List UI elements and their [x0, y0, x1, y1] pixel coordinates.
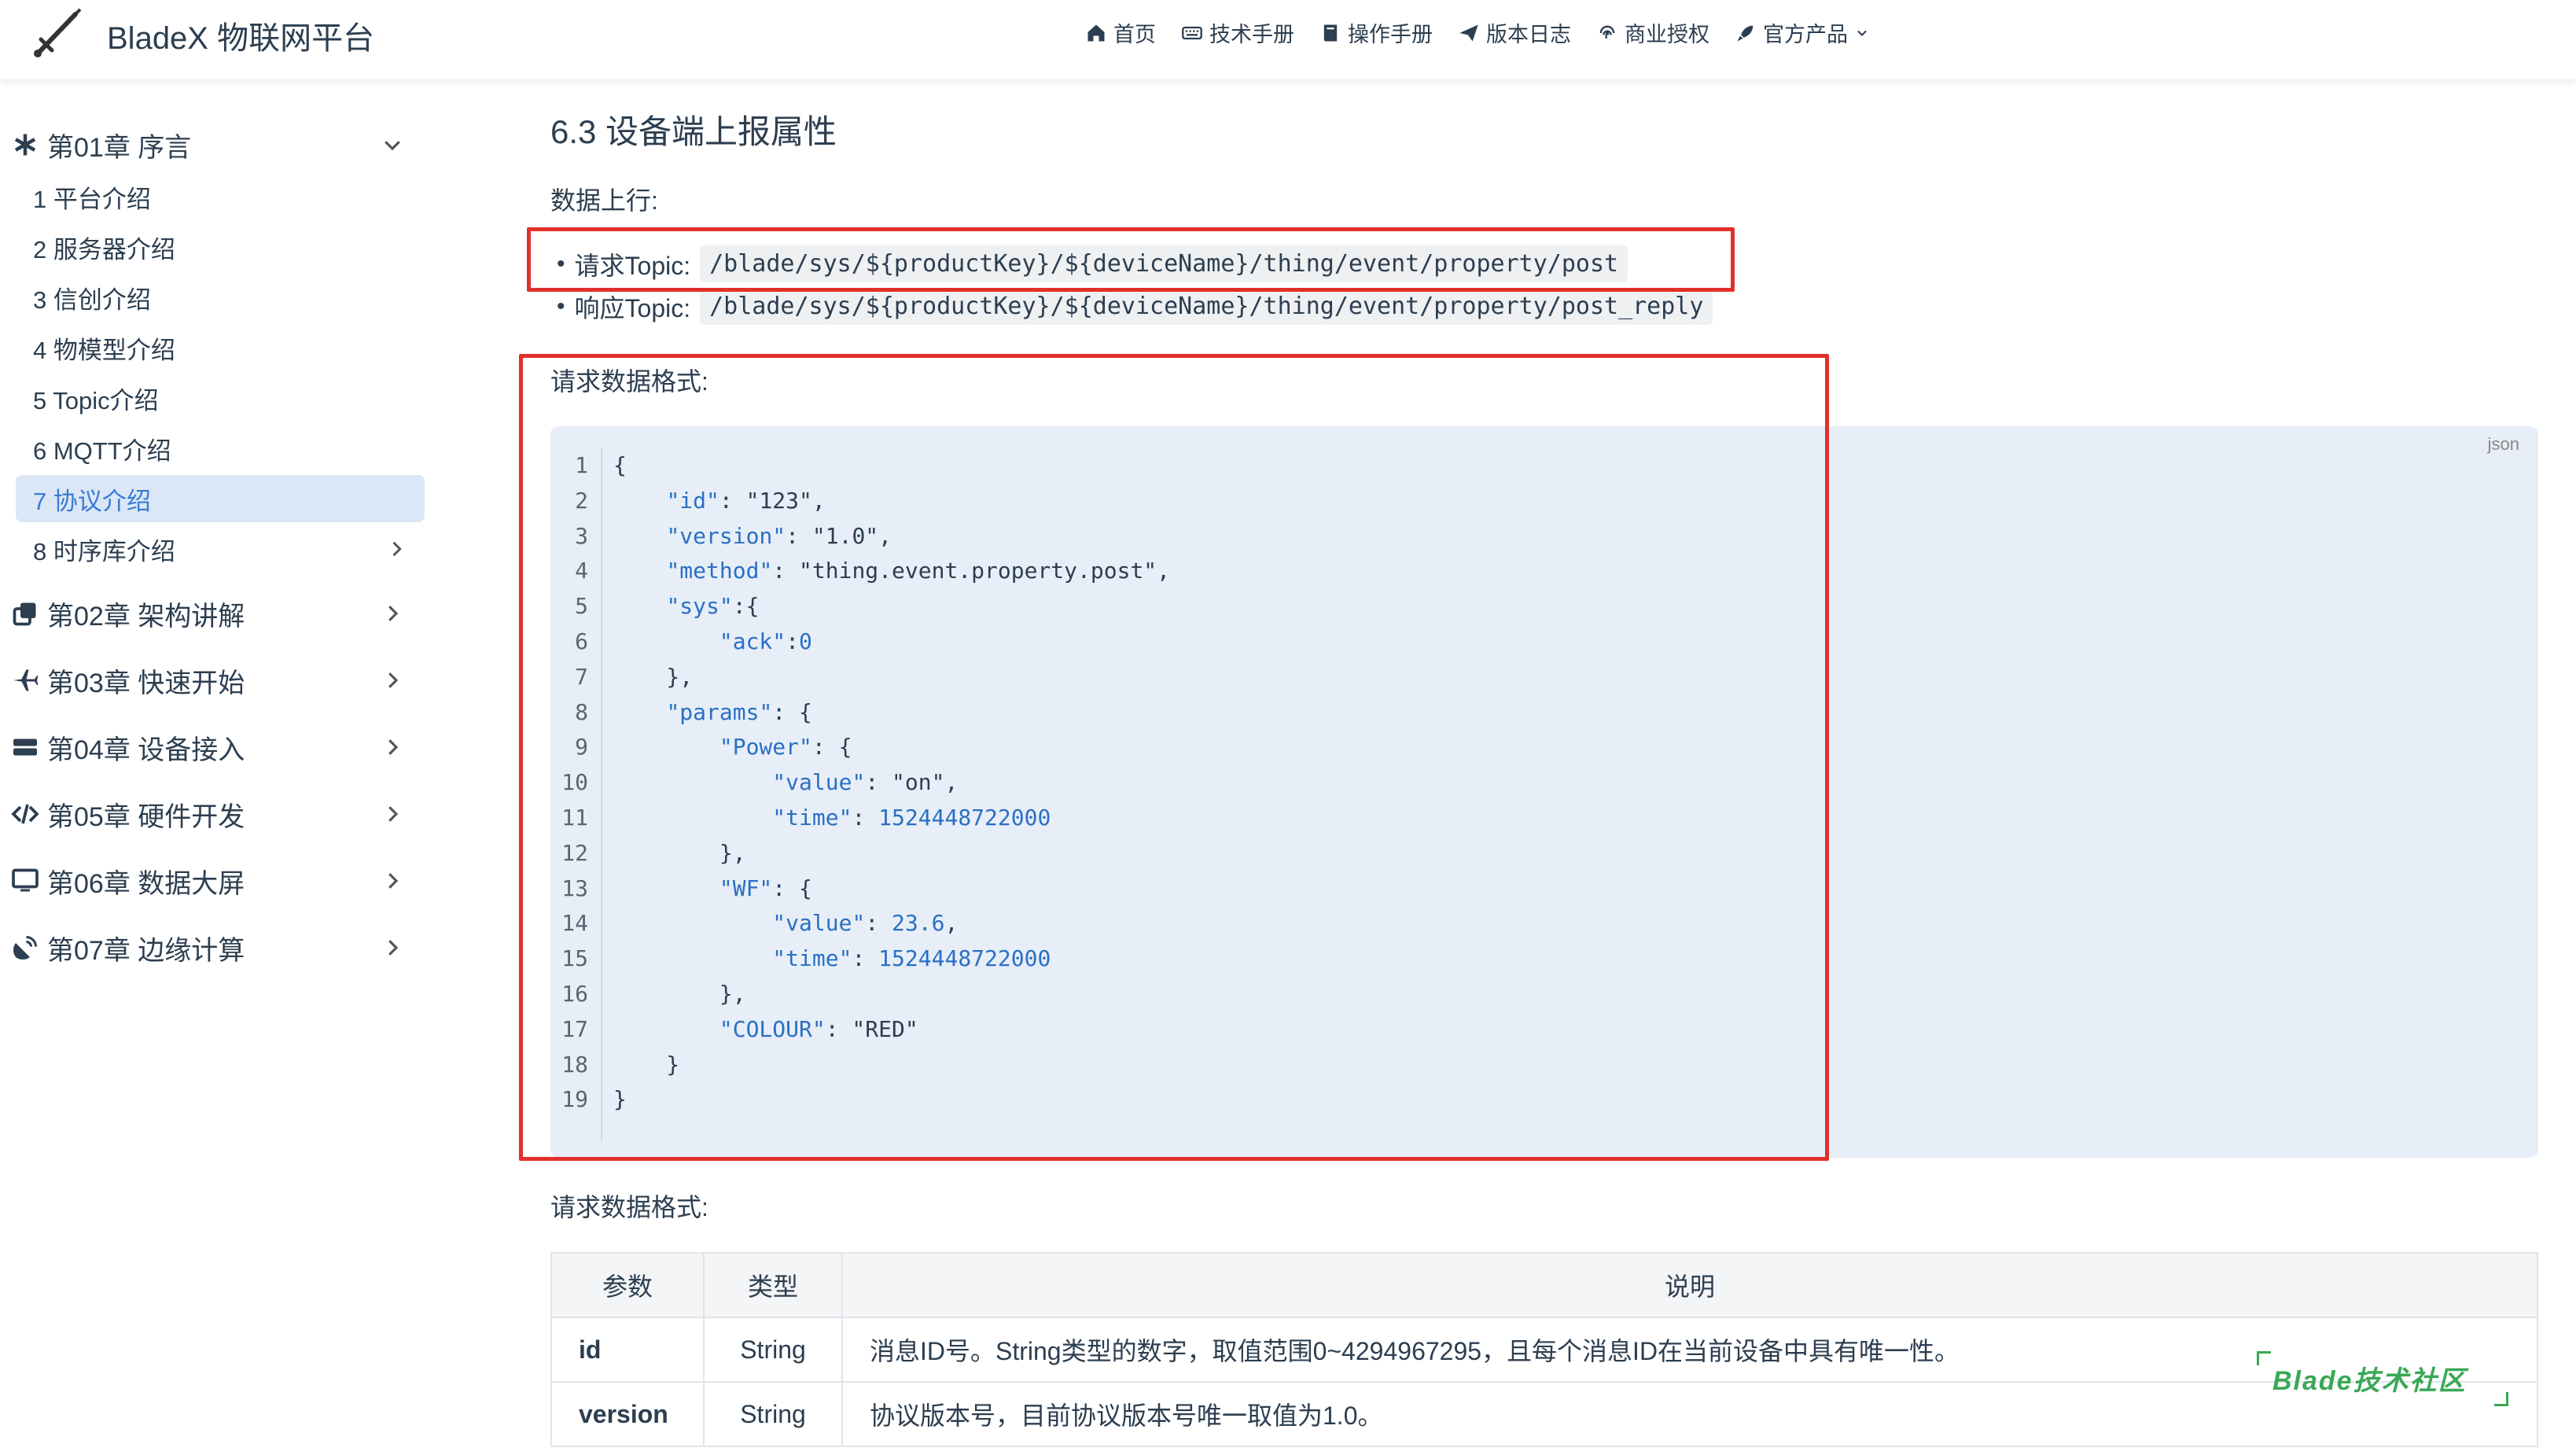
- code-icon: [11, 804, 39, 824]
- col-desc: 说明: [841, 1252, 2538, 1318]
- request-format-label-2: 请求数据格式:: [550, 1193, 708, 1221]
- sidebar-chapter-03-label: 第03章 快速开始: [47, 668, 245, 698]
- book-icon: [1323, 24, 1338, 41]
- top-nav: 首页 技术手册 操作手册 版本日志 商业授权 官方产品: [1085, 17, 1870, 48]
- watermark-text: Blade技术社区: [2272, 1366, 2467, 1396]
- nav-home[interactable]: 首页: [1085, 17, 1156, 48]
- chevron-right-icon: [388, 940, 399, 956]
- code-lang-label: json: [2487, 434, 2519, 454]
- sword-logo-icon[interactable]: [30, 5, 85, 60]
- annotation-box-topic: [527, 227, 1735, 292]
- nav-home-label: 首页: [1113, 23, 1156, 46]
- sidebar-item-label: 2 服务器介绍: [33, 235, 175, 263]
- rocket-icon: [1737, 25, 1754, 41]
- chevron-right-icon: [388, 873, 399, 889]
- response-topic-item: • 响应Topic: /blade/sys/${productKey}/${de…: [557, 288, 1713, 325]
- sidebar-chapter-06[interactable]: 第06章 数据大屏: [11, 857, 404, 904]
- watermark-bracket: [2494, 1392, 2508, 1406]
- chevron-right-icon: [388, 672, 399, 688]
- sidebar-chapter-04[interactable]: 第04章 设备接入: [11, 724, 404, 771]
- sidebar-chapter-02-label: 第02章 架构讲解: [47, 601, 245, 632]
- nav-operation-manual[interactable]: 操作手册: [1319, 17, 1433, 48]
- cell-param: version: [550, 1381, 705, 1447]
- sidebar: 第01章 序言 1 平台介绍 2 服务器介绍 3 信创介绍 4 物模型介绍 5 …: [0, 80, 440, 1455]
- sidebar-chapter-05[interactable]: 第05章 硬件开发: [11, 790, 404, 838]
- sidebar-item-label: 6 MQTT介绍: [33, 436, 171, 465]
- chevron-down-icon: [1857, 30, 1867, 36]
- upstream-label: 数据上行:: [550, 186, 658, 215]
- nav-products-label: 官方产品: [1763, 23, 1848, 46]
- paper-plane-icon: [1459, 24, 1478, 41]
- sidebar-chapter-05-label: 第05章 硬件开发: [47, 801, 245, 832]
- nav-license-label: 商业授权: [1625, 23, 1709, 46]
- sidebar-item-label: 8 时序库介绍: [33, 537, 175, 565]
- chevron-right-icon: [388, 739, 399, 755]
- section-heading: 6.3 设备端上报属性: [550, 113, 837, 150]
- sidebar-item-xinchuang[interactable]: 3 信创介绍: [16, 274, 425, 321]
- sidebar-item-label: 3 信创介绍: [33, 285, 151, 314]
- nav-tech-manual-label: 技术手册: [1209, 23, 1294, 46]
- params-table: 参数 类型 说明 id String 消息ID号。String类型的数字，取值范…: [550, 1252, 2538, 1447]
- brand-title[interactable]: BladeX 物联网平台: [107, 13, 374, 58]
- asterisk-icon: [14, 134, 36, 156]
- sidebar-item-mqtt[interactable]: 6 MQTT介绍: [16, 425, 425, 472]
- cell-param: id: [550, 1317, 705, 1383]
- sidebar-item-topic[interactable]: 5 Topic介绍: [16, 374, 425, 422]
- keyboard-icon: [1182, 26, 1202, 39]
- sidebar-chapter-04-label: 第04章 设备接入: [47, 735, 245, 765]
- fingerprint-icon: [1599, 25, 1615, 39]
- sidebar-item-label: 7 协议介绍: [33, 487, 151, 515]
- sidebar-item-label: 1 平台介绍: [33, 185, 151, 213]
- satellite-icon: [13, 936, 37, 960]
- monitor-icon: [12, 868, 39, 892]
- cell-type: String: [703, 1381, 843, 1447]
- sidebar-item-platform[interactable]: 1 平台介绍: [16, 173, 425, 220]
- server-icon: [13, 739, 37, 756]
- sidebar-item-thing-model[interactable]: 4 物模型介绍: [16, 324, 425, 371]
- nav-products[interactable]: 官方产品: [1735, 17, 1870, 48]
- sidebar-chapter-07[interactable]: 第07章 边缘计算: [11, 924, 404, 971]
- sidebar-item-label: 5 Topic介绍: [33, 386, 159, 414]
- nav-changelog[interactable]: 版本日志: [1458, 17, 1571, 48]
- col-type: 类型: [703, 1252, 843, 1318]
- sidebar-chapter-01[interactable]: 第01章 序言: [11, 121, 404, 168]
- nav-operation-manual-label: 操作手册: [1348, 23, 1433, 46]
- sidebar-chapter-02[interactable]: 第02章 架构讲解: [11, 590, 404, 637]
- top-header: BladeX 物联网平台 首页 技术手册 操作手册 版本日志 商业授权 官方产品: [0, 0, 2576, 80]
- sidebar-item-protocol[interactable]: 7 协议介绍: [16, 475, 425, 522]
- response-topic-code: /blade/sys/${productKey}/${deviceName}/t…: [700, 288, 1713, 325]
- sidebar-item-tsdb[interactable]: 8 时序库介绍: [16, 525, 425, 573]
- home-icon: [1087, 24, 1105, 41]
- sidebar-chapter-03[interactable]: 第03章 快速开始: [11, 657, 404, 704]
- nav-license[interactable]: 商业授权: [1596, 17, 1709, 48]
- sidebar-item-label: 4 物模型介绍: [33, 336, 175, 364]
- watermark-bracket: [2257, 1351, 2271, 1365]
- chevron-down-icon: [385, 141, 400, 151]
- cell-type: String: [703, 1317, 843, 1383]
- table-row: version String 协议版本号，目前协议版本号唯一取值为1.0。: [550, 1381, 2538, 1447]
- chevron-right-icon: [392, 541, 402, 557]
- copy-icon: [13, 602, 36, 626]
- sidebar-chapter-06-label: 第06章 数据大屏: [47, 868, 245, 899]
- sidebar-chapter-07-label: 第07章 边缘计算: [47, 935, 245, 966]
- chevron-right-icon: [388, 806, 399, 822]
- nav-tech-manual[interactable]: 技术手册: [1181, 17, 1294, 48]
- table-row: id String 消息ID号。String类型的数字，取值范围0~429496…: [550, 1317, 2538, 1383]
- airplane-icon: [13, 669, 39, 691]
- response-topic-label: 响应Topic:: [574, 293, 691, 322]
- chevron-right-icon: [388, 606, 399, 621]
- col-param: 参数: [550, 1252, 705, 1318]
- table-header-row: 参数 类型 说明: [550, 1252, 2538, 1318]
- nav-changelog-label: 版本日志: [1486, 23, 1571, 46]
- sidebar-chapter-01-label: 第01章 序言: [47, 132, 192, 163]
- sidebar-item-server[interactable]: 2 服务器介绍: [16, 223, 425, 271]
- annotation-box-code: [519, 354, 1829, 1161]
